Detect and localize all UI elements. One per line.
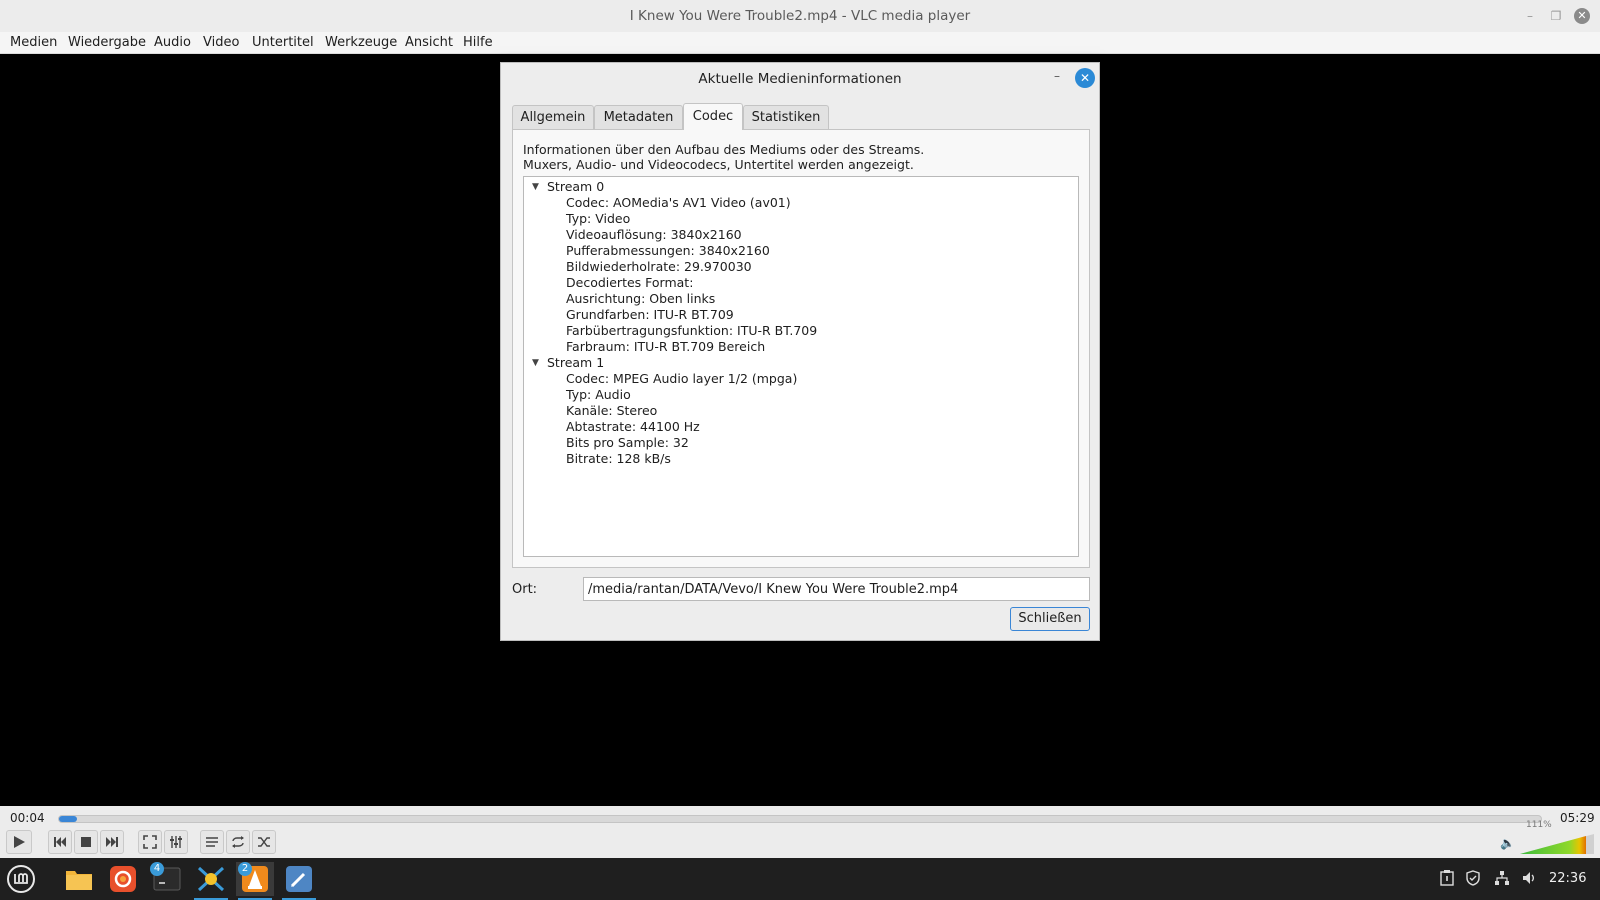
tree-row-stream-1[interactable]: ▼ Stream 1 (524, 355, 1078, 371)
update-shield-icon[interactable] (1465, 870, 1481, 890)
media-info-dialog: Aktuelle Medieninformationen – ✕ Allgeme… (500, 62, 1100, 641)
tab-allgemein[interactable]: Allgemein (512, 105, 594, 129)
text-editor-icon (286, 866, 312, 892)
tree-item[interactable]: Bits pro Sample: 32 (566, 435, 689, 451)
location-label: Ort: (512, 582, 538, 597)
stop-icon (81, 837, 91, 847)
volume-percent: 111% (1526, 820, 1552, 830)
stream-0-label: Stream 0 (547, 179, 605, 194)
window-title: I Knew You Were Trouble2.mp4 - VLC media… (629, 8, 971, 24)
volume-slider[interactable] (1520, 834, 1594, 854)
tree-item[interactable]: Grundfarben: ITU-R BT.709 (566, 307, 734, 323)
playlist-button[interactable] (200, 830, 224, 854)
playlist-icon (206, 837, 218, 847)
playback-controls: 00:04 05:29 🔈 111% (0, 806, 1600, 858)
speaker-icon[interactable]: 🔈 (1500, 836, 1515, 850)
tree-item[interactable]: Videoauflösung: 3840x2160 (566, 227, 742, 243)
vlc-window-count: 2 (238, 862, 252, 876)
taskbar: 4 2 22:36 (0, 858, 1600, 900)
location-field[interactable] (583, 577, 1090, 601)
seek-slider[interactable] (58, 815, 1542, 823)
tab-statistiken[interactable]: Statistiken (743, 105, 829, 129)
menu-video[interactable]: Video (203, 35, 239, 50)
network-icon[interactable] (1494, 870, 1510, 890)
extended-settings-button[interactable] (164, 830, 188, 854)
menu-wiedergabe[interactable]: Wiedergabe (68, 35, 146, 50)
tree-item[interactable]: Decodiertes Format: (566, 275, 693, 291)
loop-button[interactable] (226, 830, 250, 854)
terminal-window-count: 4 (150, 862, 164, 876)
loop-icon (232, 836, 244, 848)
tree-item[interactable]: Typ: Video (566, 211, 630, 227)
dialog-title: Aktuelle Medieninformationen (698, 71, 902, 87)
taskbar-xviewer[interactable] (192, 862, 230, 900)
equalizer-icon (170, 836, 182, 848)
tab-codec[interactable]: Codec (683, 103, 743, 130)
stream-1-label: Stream 1 (547, 355, 605, 370)
shuffle-icon (258, 837, 270, 847)
stop-button[interactable] (74, 830, 98, 854)
dialog-minimize-icon[interactable]: – (1049, 69, 1065, 85)
tree-item[interactable]: Pufferabmessungen: 3840x2160 (566, 243, 770, 259)
tree-item[interactable]: Bildwiederholrate: 29.970030 (566, 259, 752, 275)
tree-item[interactable]: Ausrichtung: Oben links (566, 291, 715, 307)
stream-tree[interactable]: ▼ Stream 0 Codec: AOMedia's AV1 Video (a… (523, 176, 1079, 557)
codec-description: Informationen über den Aufbau des Medium… (523, 142, 924, 172)
tree-item[interactable]: Abtastrate: 44100 Hz (566, 419, 700, 435)
tree-item[interactable]: Bitrate: 128 kB/s (566, 451, 671, 467)
clock[interactable]: 22:36 (1549, 871, 1586, 886)
taskbar-files[interactable] (60, 862, 98, 896)
play-button[interactable] (6, 830, 32, 854)
next-button[interactable] (100, 830, 124, 854)
taskbar-firefox[interactable] (104, 862, 142, 896)
tree-item[interactable]: Kanäle: Stereo (566, 403, 657, 419)
taskbar-vlc[interactable]: 2 (236, 862, 274, 900)
taskbar-terminal[interactable]: 4 (148, 862, 186, 896)
maximize-icon[interactable]: ❐ (1548, 8, 1564, 24)
time-elapsed: 00:04 (10, 811, 45, 825)
tree-item[interactable]: Codec: AOMedia's AV1 Video (av01) (566, 195, 791, 211)
window-titlebar: I Knew You Were Trouble2.mp4 - VLC media… (0, 0, 1600, 32)
seek-progress (59, 816, 77, 822)
time-total: 05:29 (1560, 811, 1595, 825)
menu-hilfe[interactable]: Hilfe (463, 35, 493, 50)
previous-button[interactable] (48, 830, 72, 854)
previous-icon (54, 837, 66, 847)
firefox-icon (110, 866, 136, 892)
tree-item[interactable]: Farbraum: ITU-R BT.709 Bereich (566, 339, 765, 355)
taskbar-text-editor[interactable] (280, 862, 318, 900)
fullscreen-button[interactable] (138, 830, 162, 854)
tree-row-stream-0[interactable]: ▼ Stream 0 (524, 179, 1078, 195)
tree-item[interactable]: Farbübertragungsfunktion: ITU-R BT.709 (566, 323, 817, 339)
clipboard-icon[interactable] (1440, 870, 1454, 890)
menu-button[interactable] (2, 862, 40, 896)
description-line-1: Informationen über den Aufbau des Medium… (523, 142, 925, 157)
linux-mint-logo-icon (7, 865, 35, 893)
menu-audio[interactable]: Audio (154, 35, 191, 50)
expand-arrow-icon[interactable]: ▼ (532, 355, 539, 371)
fullscreen-icon (143, 835, 157, 849)
menubar: Medien Wiedergabe Audio Video Untertitel… (0, 32, 1600, 54)
description-line-2: Muxers, Audio- und Videocodecs, Untertit… (523, 157, 914, 172)
tree-item[interactable]: Codec: MPEG Audio layer 1/2 (mpga) (566, 371, 797, 387)
codec-panel: Informationen über den Aufbau des Medium… (512, 129, 1090, 568)
menu-ansicht[interactable]: Ansicht (405, 35, 453, 50)
tab-metadaten[interactable]: Metadaten (594, 105, 683, 129)
expand-arrow-icon[interactable]: ▼ (532, 179, 539, 195)
minimize-icon[interactable]: – (1522, 8, 1538, 24)
dialog-close-icon[interactable]: ✕ (1075, 68, 1095, 88)
close-icon[interactable]: ✕ (1574, 8, 1590, 24)
play-icon (14, 836, 25, 848)
next-icon (106, 837, 118, 847)
menu-untertitel[interactable]: Untertitel (252, 35, 314, 50)
shuffle-button[interactable] (252, 830, 276, 854)
tree-item[interactable]: Typ: Audio (566, 387, 631, 403)
folder-icon (66, 871, 92, 890)
menu-medien[interactable]: Medien (10, 35, 57, 50)
volume-tray-icon[interactable] (1522, 870, 1538, 890)
image-viewer-icon (197, 866, 225, 892)
menu-werkzeuge[interactable]: Werkzeuge (325, 35, 397, 50)
close-button[interactable]: Schließen (1010, 607, 1090, 631)
